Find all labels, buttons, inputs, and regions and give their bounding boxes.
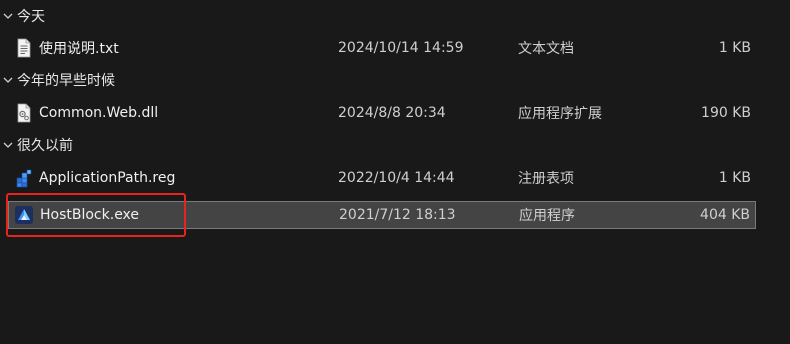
file-date: 2024/10/14 14:59	[338, 40, 464, 56]
file-size: 190 KB	[701, 105, 751, 121]
group-header-earlier-this-year[interactable]: 今年的早些时候	[0, 68, 115, 92]
file-row[interactable]: 使用说明.txt 2024/10/14 14:59 文本文档 1 KB	[8, 34, 756, 62]
text-file-icon	[17, 38, 31, 58]
file-size: 1 KB	[718, 170, 751, 186]
file-type: 应用程序	[519, 208, 575, 224]
file-name: ApplicationPath.reg	[39, 170, 176, 186]
file-type: 文本文档	[518, 41, 574, 57]
group-header-today[interactable]: 今天	[0, 4, 45, 28]
file-date: 2021/7/12 18:13	[339, 207, 456, 223]
group-label: 很久以前	[17, 138, 73, 154]
dll-file-icon	[17, 103, 31, 123]
file-name: 使用说明.txt	[39, 41, 119, 57]
file-size: 404 KB	[700, 207, 750, 223]
file-date: 2024/8/8 20:34	[338, 105, 446, 121]
file-name: Common.Web.dll	[39, 105, 159, 121]
chevron-down-icon[interactable]	[1, 138, 15, 152]
exe-file-icon	[15, 206, 33, 224]
chevron-down-icon[interactable]	[1, 73, 15, 87]
group-header-long-ago[interactable]: 很久以前	[0, 133, 73, 157]
group-label: 今年的早些时候	[17, 73, 115, 89]
chevron-down-icon[interactable]	[1, 9, 15, 23]
group-label: 今天	[17, 9, 45, 25]
registry-file-icon	[16, 169, 32, 188]
file-name: HostBlock.exe	[40, 207, 140, 223]
file-row[interactable]: Common.Web.dll 2024/8/8 20:34 应用程序扩展 190…	[8, 99, 756, 127]
file-type: 应用程序扩展	[518, 106, 602, 122]
file-row-selected[interactable]: HostBlock.exe 2021/7/12 18:13 应用程序 404 K…	[8, 201, 756, 229]
file-row[interactable]: ApplicationPath.reg 2022/10/4 14:44 注册表项…	[8, 164, 756, 192]
file-explorer-list: 今天 使用说明.txt 2024/10/14 14:59 文本文档 1 KB 今…	[0, 0, 790, 344]
file-type: 注册表项	[518, 171, 574, 187]
file-date: 2022/10/4 14:44	[338, 170, 455, 186]
file-size: 1 KB	[718, 40, 751, 56]
